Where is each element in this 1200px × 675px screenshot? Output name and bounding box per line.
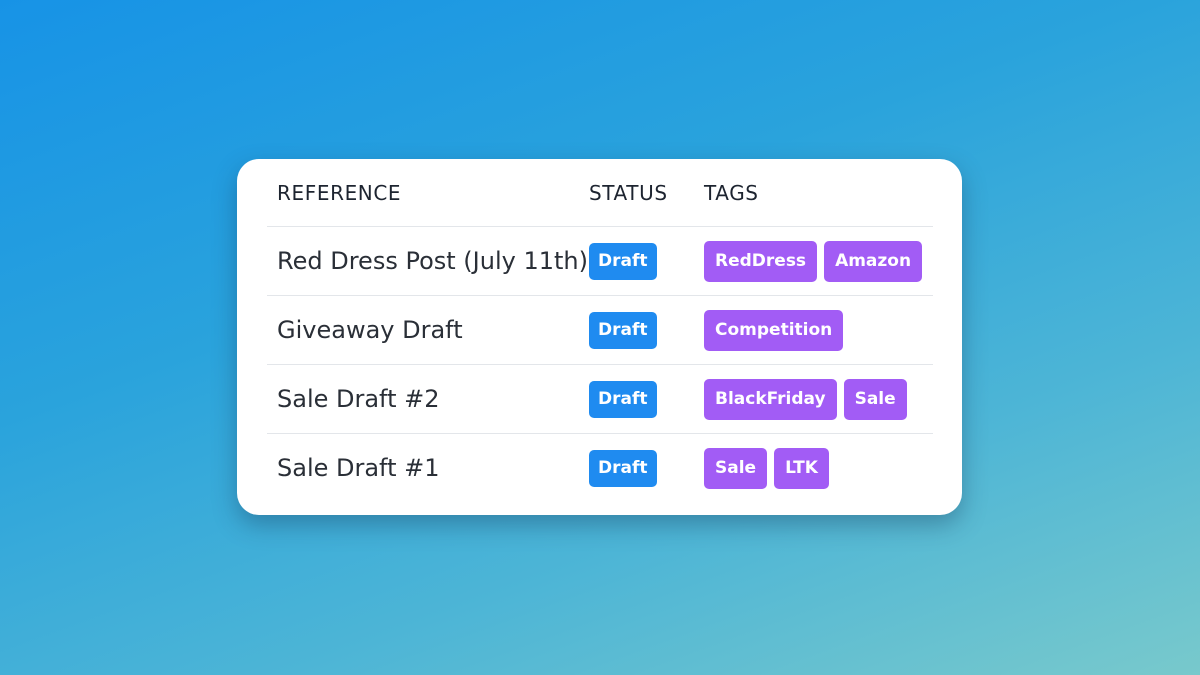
tag-badge[interactable]: BlackFriday bbox=[704, 378, 837, 420]
table-row[interactable]: Sale Draft #1 Draft Sale LTK bbox=[267, 434, 933, 502]
table-row[interactable]: Sale Draft #2 Draft BlackFriday Sale bbox=[267, 365, 933, 434]
status-badge: Draft bbox=[589, 380, 657, 418]
row-reference[interactable]: Giveaway Draft bbox=[267, 316, 589, 344]
table-row[interactable]: Giveaway Draft Draft Competition bbox=[267, 296, 933, 365]
table-row[interactable]: Red Dress Post (July 11th) Draft RedDres… bbox=[267, 227, 933, 296]
tag-badge[interactable]: RedDress bbox=[704, 240, 818, 282]
tag-badge[interactable]: Sale bbox=[704, 447, 768, 489]
tag-badge[interactable]: Competition bbox=[704, 309, 844, 351]
row-reference[interactable]: Red Dress Post (July 11th) bbox=[267, 247, 589, 275]
column-header-reference[interactable]: REFERENCE bbox=[267, 181, 589, 205]
tag-badge[interactable]: Amazon bbox=[824, 240, 923, 282]
column-header-tags[interactable]: TAGS bbox=[704, 181, 933, 205]
tag-badge[interactable]: LTK bbox=[774, 447, 829, 489]
status-badge: Draft bbox=[589, 242, 657, 280]
table-header: REFERENCE STATUS TAGS bbox=[267, 159, 933, 227]
drafts-table-card: REFERENCE STATUS TAGS Red Dress Post (Ju… bbox=[237, 159, 962, 515]
column-header-status[interactable]: STATUS bbox=[589, 181, 704, 205]
status-badge: Draft bbox=[589, 449, 657, 487]
status-badge: Draft bbox=[589, 311, 657, 349]
tag-badge[interactable]: Sale bbox=[843, 378, 907, 420]
row-reference[interactable]: Sale Draft #2 bbox=[267, 385, 589, 413]
row-reference[interactable]: Sale Draft #1 bbox=[267, 454, 589, 482]
